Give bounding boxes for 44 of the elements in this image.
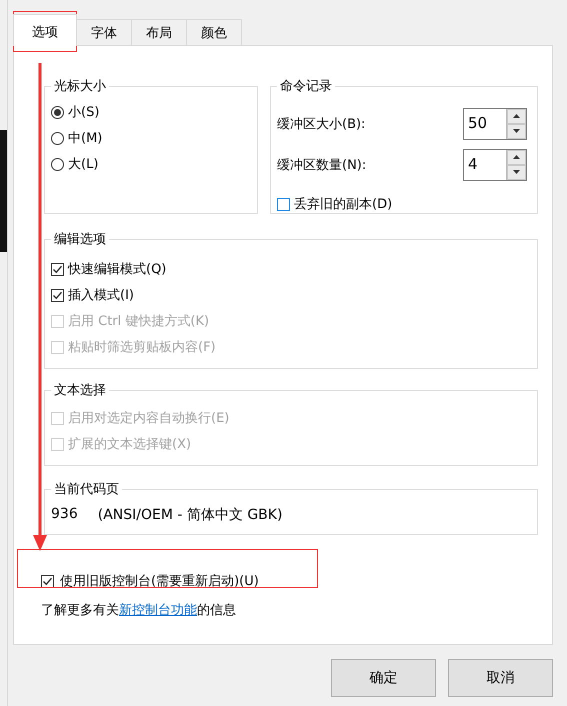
group-title: 命令记录 bbox=[279, 78, 333, 95]
feature-link[interactable]: 新控制台功能 bbox=[119, 603, 197, 618]
checkbox-label: 快速编辑模式(Q) bbox=[68, 261, 166, 278]
checkbox-label: 启用 Ctrl 键快捷方式(K) bbox=[68, 313, 210, 330]
number-field[interactable]: 50 bbox=[463, 108, 527, 140]
group-title: 文本选择 bbox=[53, 382, 107, 399]
radio-button[interactable] bbox=[51, 132, 64, 144]
checkbox[interactable] bbox=[277, 198, 290, 210]
up-arrow-icon bbox=[513, 114, 520, 118]
code-page-name: (ANSI/OEM - 简体中文 GBK) bbox=[98, 506, 282, 524]
spin-down-button[interactable] bbox=[507, 124, 526, 138]
radio-button[interactable] bbox=[51, 158, 64, 170]
field-label: 缓冲区数量(N): bbox=[277, 156, 366, 174]
up-arrow-icon bbox=[513, 155, 520, 159]
dialog-button[interactable]: 确定 bbox=[331, 659, 436, 697]
checkbox-label: 扩展的文本选择键(X) bbox=[68, 436, 192, 453]
spin-down-button[interactable] bbox=[507, 164, 526, 180]
checkbox[interactable] bbox=[51, 288, 64, 302]
radio-button[interactable] bbox=[51, 106, 64, 118]
spin-up-button[interactable] bbox=[507, 150, 526, 164]
group-title: 光标大小 bbox=[53, 78, 107, 95]
down-arrow-icon bbox=[513, 129, 520, 133]
checkbox[interactable] bbox=[51, 262, 64, 276]
tab[interactable]: 颜色 bbox=[186, 19, 242, 46]
checkbox-label: 使用旧版控制台(需要重新启动)(U) bbox=[60, 573, 259, 590]
field-label: 缓冲区大小(B): bbox=[277, 116, 366, 132]
checkbox-label: 插入模式(I) bbox=[68, 287, 134, 304]
info-text: 了解更多有关新控制台功能的信息 bbox=[41, 602, 237, 619]
checkbox-label: 粘贴时筛选剪贴板内容(F) bbox=[68, 339, 216, 356]
radio-label: 大(L) bbox=[68, 156, 98, 173]
checkbox[interactable] bbox=[41, 574, 54, 588]
checkbox-label: 启用对选定内容自动换行(E) bbox=[68, 410, 230, 427]
down-arrow-icon bbox=[513, 170, 520, 174]
spin-up-button[interactable] bbox=[507, 108, 526, 124]
group-title: 当前代码页 bbox=[53, 481, 120, 498]
highlight-frame bbox=[13, 11, 77, 52]
tab[interactable]: 选项 bbox=[13, 14, 77, 46]
group-title: 编辑选项 bbox=[53, 231, 107, 248]
number-field[interactable]: 4 bbox=[463, 148, 527, 180]
radio-label: 小(S) bbox=[68, 104, 100, 121]
checkbox-label: 丢弃旧的副本(D) bbox=[294, 196, 392, 213]
radio-label: 中(M) bbox=[68, 130, 102, 147]
dialog-button[interactable]: 取消 bbox=[448, 659, 553, 697]
code-page-number: 936 bbox=[51, 506, 78, 524]
